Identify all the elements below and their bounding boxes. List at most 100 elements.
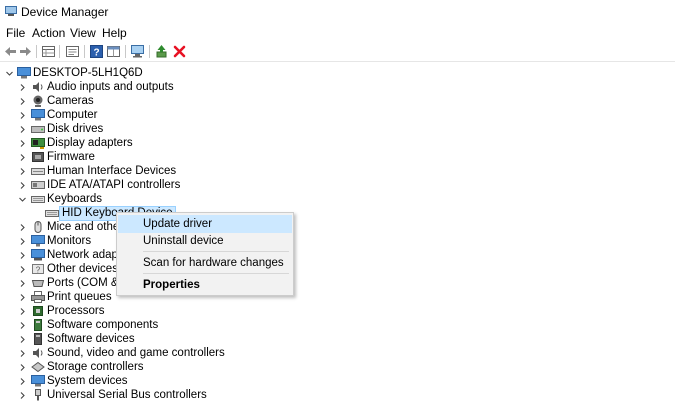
tree-item-disk-drives[interactable]: Disk drives xyxy=(0,122,200,136)
printer-icon xyxy=(31,291,45,303)
tree-item-label: Display adapters xyxy=(47,137,133,149)
chevron-right-icon[interactable] xyxy=(18,125,27,134)
tree-item-storage-controllers[interactable]: Storage controllers xyxy=(0,360,200,374)
chevron-down-icon[interactable] xyxy=(18,195,27,204)
tree-item-label: Firmware xyxy=(47,151,95,163)
chevron-right-icon[interactable] xyxy=(18,153,27,162)
tree-root-label: DESKTOP-5LH1Q6D xyxy=(33,67,143,79)
tree-item-firmware[interactable]: Firmware xyxy=(0,150,200,164)
chevron-down-icon[interactable] xyxy=(5,69,14,78)
context-item-label: Uninstall device xyxy=(143,235,224,247)
toolbar-separator xyxy=(149,45,150,58)
context-item-label: Properties xyxy=(143,279,200,291)
tree-item-keyboards[interactable]: Keyboards xyxy=(0,192,200,206)
tree-item-label: Other devices xyxy=(47,263,118,275)
tree-item-software-devices[interactable]: Software devices xyxy=(0,332,200,346)
chevron-right-icon[interactable] xyxy=(18,265,27,274)
chevron-right-icon[interactable] xyxy=(18,363,27,372)
camera-icon xyxy=(33,95,43,107)
svg-text:?: ? xyxy=(93,48,99,59)
chevron-right-icon[interactable] xyxy=(18,139,27,148)
tree-item-label: Monitors xyxy=(47,235,92,247)
chevron-right-icon[interactable] xyxy=(18,335,27,344)
context-item-label: Scan for hardware changes xyxy=(143,257,284,269)
keyboard-icon xyxy=(31,196,45,203)
context-uninstall-device[interactable]: Uninstall device xyxy=(118,232,292,250)
display-adapter-icon xyxy=(31,138,45,149)
tree-item-cameras[interactable]: Cameras xyxy=(0,94,200,108)
firmware-icon xyxy=(32,152,44,162)
tree-item-label: Computer xyxy=(47,109,98,121)
show-hide-icon[interactable] xyxy=(65,44,80,59)
tree-root[interactable]: DESKTOP-5LH1Q6D xyxy=(0,66,200,80)
chevron-right-icon[interactable] xyxy=(18,97,27,106)
chevron-right-icon[interactable] xyxy=(18,321,27,330)
show-icon[interactable] xyxy=(106,44,121,59)
storage-controller-icon xyxy=(31,361,45,373)
tree-item-label: Universal Serial Bus controllers xyxy=(47,389,207,401)
tree-item-label: Software devices xyxy=(47,333,135,345)
toolbar-separator xyxy=(84,45,85,58)
context-properties[interactable]: Properties xyxy=(118,276,292,294)
uninstall-icon[interactable] xyxy=(172,44,187,59)
computer-icon xyxy=(31,109,45,121)
tree-item-label: Cameras xyxy=(47,95,94,107)
context-scan-hardware[interactable]: Scan for hardware changes xyxy=(118,254,292,272)
help-icon[interactable]: ? xyxy=(89,44,104,59)
menu-action[interactable]: Action xyxy=(32,26,65,40)
tree-item-label: Sound, video and game controllers xyxy=(47,347,225,359)
chevron-right-icon[interactable] xyxy=(18,111,27,120)
ide-controller-icon xyxy=(31,181,45,189)
tree-item-software-components[interactable]: Software components xyxy=(0,318,200,332)
chevron-right-icon[interactable] xyxy=(18,377,27,386)
tree-item-processors[interactable]: Processors xyxy=(0,304,200,318)
toolbar-separator xyxy=(125,45,126,58)
sound-controller-icon xyxy=(33,348,43,358)
menu-view[interactable]: View xyxy=(70,26,96,40)
chevron-right-icon[interactable] xyxy=(18,83,27,92)
svg-text:?: ? xyxy=(36,266,41,275)
tree-item-ide[interactable]: IDE ATA/ATAPI controllers xyxy=(0,178,200,192)
chevron-right-icon[interactable] xyxy=(18,167,27,176)
chevron-right-icon[interactable] xyxy=(18,237,27,246)
context-separator xyxy=(143,273,289,274)
tree-item-usb-controllers[interactable]: Universal Serial Bus controllers xyxy=(0,388,220,402)
tree-item-computer[interactable]: Computer xyxy=(0,108,200,122)
menu-file[interactable]: File xyxy=(6,26,25,40)
tree-item-label: IDE ATA/ATAPI controllers xyxy=(47,179,181,191)
context-update-driver[interactable]: Update driver xyxy=(118,215,292,233)
chevron-right-icon[interactable] xyxy=(18,181,27,190)
chevron-right-icon[interactable] xyxy=(18,223,27,232)
forward-icon[interactable] xyxy=(18,44,33,59)
back-icon[interactable] xyxy=(3,44,18,59)
toolbar: ? xyxy=(0,42,675,62)
chevron-right-icon[interactable] xyxy=(18,391,27,400)
network-adapter-icon xyxy=(31,249,45,261)
chevron-right-icon[interactable] xyxy=(18,279,27,288)
tree-item-label: Software components xyxy=(47,319,159,331)
tree-item-label: Keyboards xyxy=(47,193,102,205)
tree-item-system-devices[interactable]: System devices xyxy=(0,374,200,388)
software-device-icon xyxy=(34,333,42,345)
keyboard-icon xyxy=(45,210,59,217)
disk-drive-icon xyxy=(31,126,45,133)
title-bar: Device Manager xyxy=(0,0,675,24)
chevron-right-icon[interactable] xyxy=(18,293,27,302)
properties-grid-icon[interactable] xyxy=(41,44,56,59)
chevron-right-icon[interactable] xyxy=(18,251,27,260)
tree-item-audio[interactable]: Audio inputs and outputs xyxy=(0,80,200,94)
update-driver-icon[interactable] xyxy=(155,44,170,59)
tree-item-display-adapters[interactable]: Display adapters xyxy=(0,136,200,150)
other-devices-icon: ? xyxy=(32,264,44,275)
menu-help[interactable]: Help xyxy=(102,26,127,40)
usb-icon xyxy=(35,389,41,401)
tree-item-hid[interactable]: Human Interface Devices xyxy=(0,164,200,178)
tree-item-label: Processors xyxy=(47,305,105,317)
tree-item-label: Disk drives xyxy=(47,123,104,135)
monitor-icon xyxy=(31,235,45,247)
tree-item-sound-controllers[interactable]: Sound, video and game controllers xyxy=(0,346,240,360)
chevron-right-icon[interactable] xyxy=(18,349,27,358)
monitor-scan-icon[interactable] xyxy=(130,44,145,59)
chevron-right-icon[interactable] xyxy=(18,307,27,316)
tree-item-label: Print queues xyxy=(47,291,112,303)
